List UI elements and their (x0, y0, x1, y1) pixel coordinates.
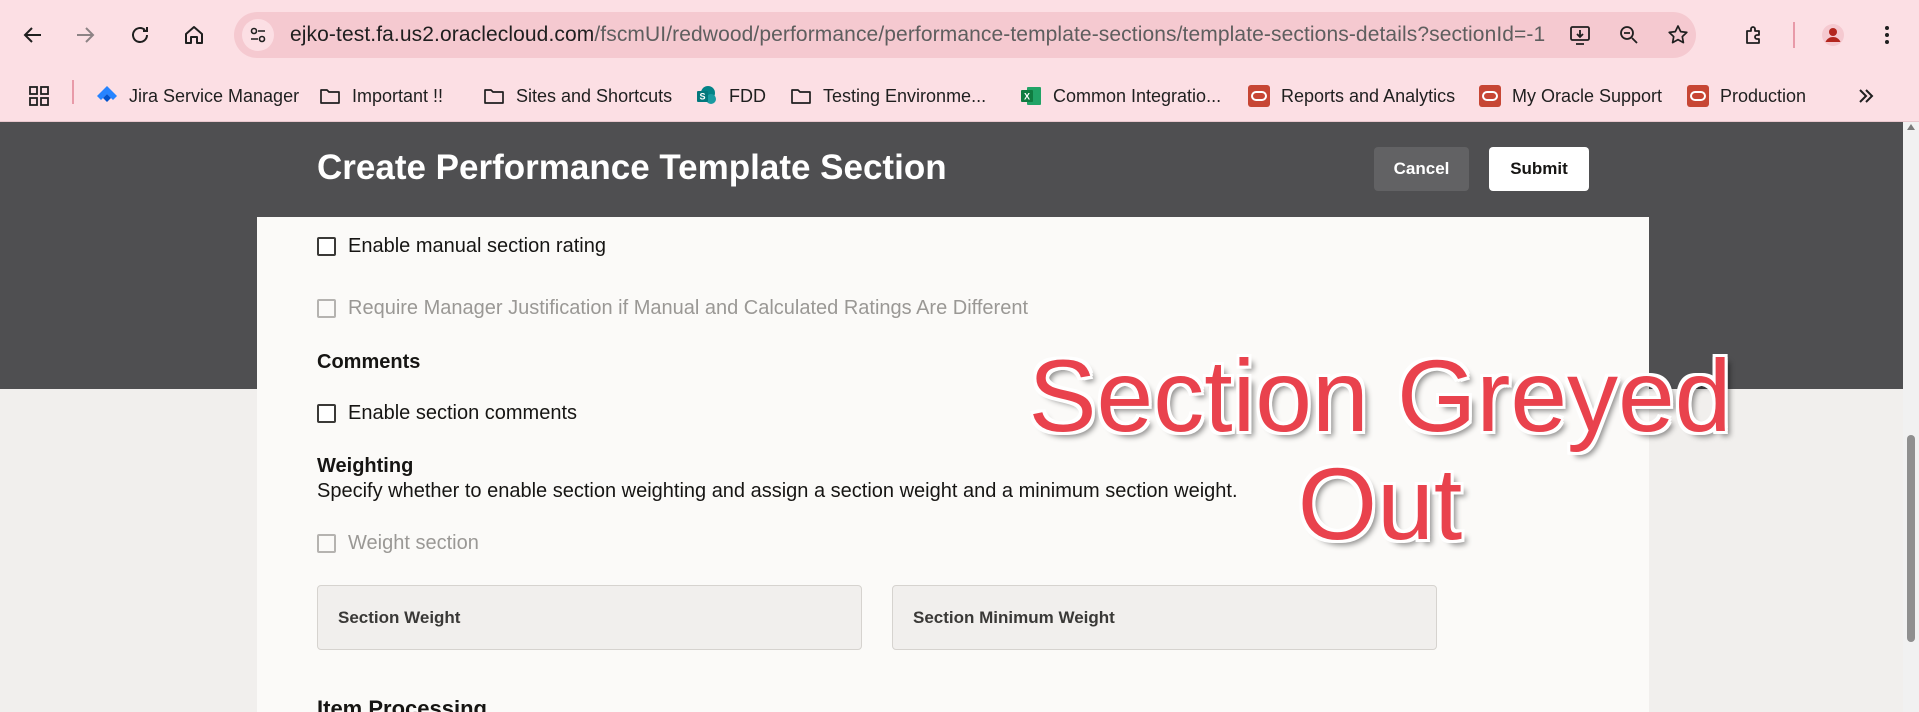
double-chevron-right-icon (1859, 89, 1874, 103)
weight-section-checkbox (317, 534, 336, 553)
bookmark-label: Important !! (352, 85, 444, 106)
back-button[interactable] (15, 17, 51, 53)
folder-icon (484, 89, 504, 104)
jira-icon (97, 86, 117, 102)
more-bookmarks-button[interactable] (1848, 78, 1884, 114)
enable-manual-rating-checkbox[interactable] (317, 237, 336, 256)
url-path: /fscmUI/redwood/performance/performance-… (594, 23, 1546, 46)
section-min-weight-label: Section Minimum Weight (913, 608, 1115, 627)
reload-icon (132, 27, 148, 43)
extensions-button[interactable] (1736, 17, 1772, 53)
bookmark-reports-analytics[interactable]: Reports and Analytics (1247, 78, 1455, 114)
bookmark-label: My Oracle Support (1512, 85, 1663, 106)
browser-menu-button[interactable] (1869, 17, 1905, 53)
enable-comments-checkbox[interactable] (317, 404, 336, 423)
site-info-icon[interactable] (242, 19, 274, 51)
folder-icon (320, 89, 340, 104)
oracle-icon (1687, 85, 1709, 107)
bookmark-jira[interactable]: Jira Service Manager (95, 78, 299, 114)
bookmark-label: FDD (729, 85, 766, 106)
svg-text:S: S (699, 92, 705, 102)
bookmark-my-oracle-support[interactable]: My Oracle Support (1478, 78, 1662, 114)
bookmark-production[interactable]: Production (1686, 78, 1806, 114)
toolbar-divider (1793, 22, 1795, 48)
require-justification-row: Require Manager Justification if Manual … (317, 297, 1028, 320)
svg-text:X: X (1024, 92, 1030, 102)
drawer-header: Create Performance Template Section Canc… (257, 122, 1649, 217)
puzzle-icon (1746, 26, 1760, 44)
bookmark-label: Testing Environme... (823, 85, 987, 106)
bookmark-important[interactable]: Important !! (318, 78, 443, 114)
bookmarks-divider (72, 80, 74, 104)
bookmark-sites-shortcuts[interactable]: Sites and Shortcuts (482, 78, 672, 114)
back-arrow-icon (23, 27, 41, 43)
folder-icon (791, 89, 811, 104)
browser-toolbar: ejko-test.fa.us2.oraclecloud.com/fscmUI/… (0, 0, 1919, 70)
url-text: ejko-test.fa.us2.oraclecloud.com/fscmUI/… (290, 23, 1545, 47)
enable-comments-row[interactable]: Enable section comments (317, 402, 577, 425)
annotation-line-2: Out (1297, 447, 1463, 561)
cancel-button[interactable]: Cancel (1374, 147, 1469, 191)
item-processing-heading: Item Processing (317, 696, 487, 712)
section-weight-label: Section Weight (338, 608, 461, 627)
bookmark-label: Sites and Shortcuts (516, 85, 673, 106)
oracle-icon (1479, 85, 1501, 107)
bookmark-label: Production (1720, 85, 1807, 106)
comments-heading: Comments (317, 351, 421, 373)
weight-section-row: Weight section (317, 532, 479, 555)
bookmark-label: Reports and Analytics (1281, 85, 1456, 106)
annotation-text: Section Greyed Out (1000, 342, 1760, 558)
page-title: Create Performance Template Section (317, 148, 947, 187)
page-scrollbar[interactable] (1903, 122, 1919, 712)
scroll-thumb[interactable] (1907, 435, 1915, 642)
forward-arrow-icon (77, 27, 95, 43)
avatar-icon (1822, 24, 1844, 46)
oracle-icon (1248, 85, 1270, 107)
section-weight-field: Section Weight (317, 585, 862, 650)
weight-section-label: Weight section (348, 532, 479, 554)
home-button[interactable] (176, 17, 212, 53)
section-min-weight-field: Section Minimum Weight (892, 585, 1437, 650)
sharepoint-icon: S (697, 86, 716, 104)
bookmark-common-integration[interactable]: X Common Integratio... (1019, 78, 1221, 114)
bookmark-testing-env[interactable]: Testing Environme... (789, 78, 986, 114)
apps-button[interactable] (21, 78, 57, 114)
home-icon (185, 26, 203, 44)
kebab-menu-icon (1885, 26, 1889, 44)
zoom-icon[interactable] (1615, 21, 1643, 49)
weighting-heading: Weighting (317, 455, 414, 477)
bookmark-star-icon[interactable] (1664, 21, 1692, 49)
url-host: ejko-test.fa.us2.oraclecloud.com (290, 23, 595, 46)
require-justification-checkbox (317, 299, 336, 318)
bookmark-label: Common Integratio... (1053, 85, 1222, 106)
scroll-up-arrow-icon[interactable] (1907, 124, 1915, 130)
excel-icon: X (1021, 87, 1041, 105)
enable-manual-rating-label: Enable manual section rating (348, 235, 606, 257)
reload-button[interactable] (122, 17, 158, 53)
enable-manual-rating-row[interactable]: Enable manual section rating (317, 235, 606, 258)
install-app-icon[interactable] (1566, 21, 1594, 49)
bookmark-label: Jira Service Manager (129, 85, 300, 106)
forward-button[interactable] (67, 17, 103, 53)
address-bar[interactable]: ejko-test.fa.us2.oraclecloud.com/fscmUI/… (234, 12, 1696, 58)
enable-comments-label: Enable section comments (348, 402, 578, 424)
annotation-line-1: Section Greyed (1028, 339, 1732, 453)
profile-button[interactable] (1815, 17, 1851, 53)
apps-grid-icon (29, 86, 49, 106)
submit-button[interactable]: Submit (1489, 147, 1589, 191)
require-justification-label: Require Manager Justification if Manual … (348, 297, 1028, 319)
bookmark-fdd[interactable]: S FDD (695, 78, 766, 114)
